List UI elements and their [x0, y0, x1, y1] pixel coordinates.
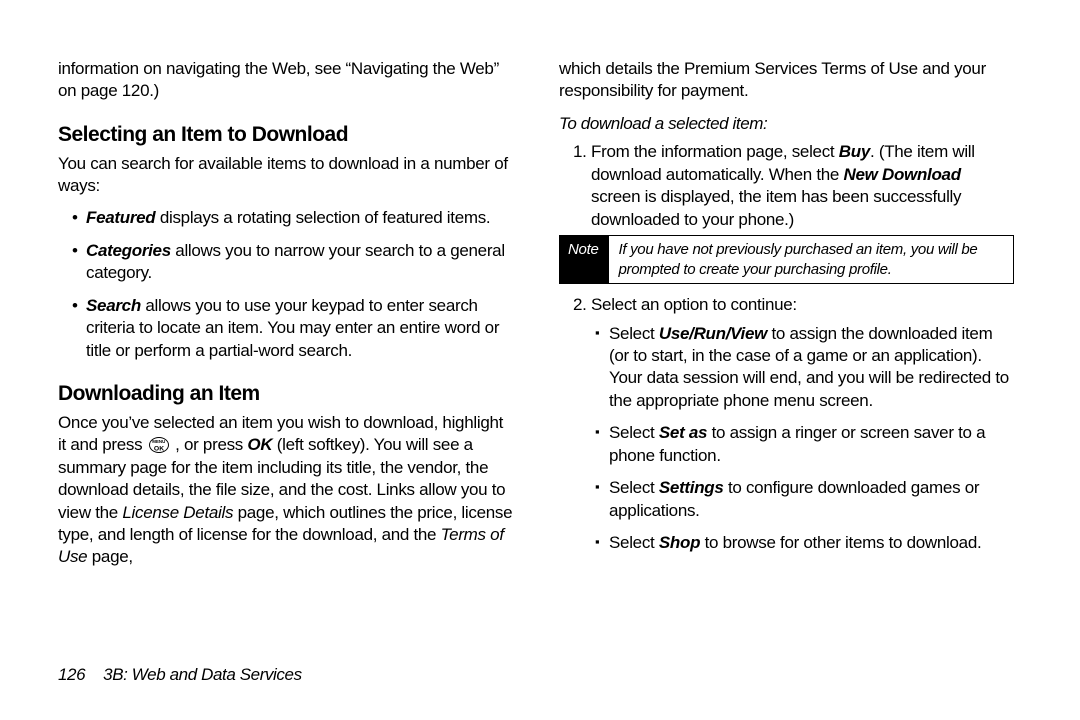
text-segment: screen is displayed, the item has been s… [591, 187, 961, 228]
menu-ok-key-icon: MENUOK [149, 437, 169, 453]
note-callout: Note If you have not previously purchase… [559, 235, 1014, 284]
text-segment: to browse for other items to download. [700, 533, 981, 552]
selecting-intro-text: You can search for available items to do… [58, 153, 513, 198]
list-item: Featured displays a rotating selection o… [72, 207, 513, 229]
featured-text: displays a rotating selection of feature… [155, 208, 490, 227]
download-steps-list: From the information page, select Buy. (… [559, 141, 1014, 554]
list-item: Select Settings to configure downloaded … [595, 477, 1014, 522]
shop-label: Shop [659, 533, 700, 552]
right-column: which details the Premium Services Terms… [559, 58, 1014, 579]
page-footer: 126 3B: Web and Data Services [58, 664, 302, 686]
step-2: Select an option to continue: Select Use… [573, 294, 1014, 554]
text-segment: Select [609, 423, 659, 442]
ok-softkey-label: OK [247, 435, 272, 454]
text-segment: Select [609, 533, 659, 552]
heading-selecting-item: Selecting an Item to Download [58, 121, 513, 149]
heading-downloading-item: Downloading an Item [58, 380, 513, 408]
search-label: Search [86, 296, 141, 315]
list-item: Categories allows you to narrow your sea… [72, 240, 513, 285]
step-2-intro: Select an option to continue: [591, 295, 797, 314]
note-text: If you have not previously purchased an … [609, 236, 1014, 283]
buy-label: Buy [839, 142, 870, 161]
list-item: Select Set as to assign a ringer or scre… [595, 422, 1014, 467]
set-as-label: Set as [659, 423, 707, 442]
step-1: From the information page, select Buy. (… [573, 141, 1014, 284]
text-segment: From the information page, select [591, 142, 839, 161]
downloading-paragraph: Once you’ve selected an item you wish to… [58, 412, 513, 569]
search-text: allows you to use your keypad to enter s… [86, 296, 499, 360]
continue-options-list: Select Use/Run/View to assign the downlo… [591, 323, 1014, 555]
settings-label: Settings [659, 478, 724, 497]
text-segment: page, [87, 547, 132, 566]
categories-label: Categories [86, 241, 171, 260]
featured-label: Featured [86, 208, 155, 227]
continuation-text: which details the Premium Services Terms… [559, 58, 1014, 103]
list-item: Select Use/Run/View to assign the downlo… [595, 323, 1014, 413]
note-tag: Note [560, 236, 609, 283]
text-segment: , or press [171, 435, 248, 454]
list-item: Select Shop to browse for other items to… [595, 532, 1014, 554]
intro-continuation-text: information on navigating the Web, see “… [58, 58, 513, 103]
search-options-list: Featured displays a rotating selection o… [58, 207, 513, 362]
list-item: Search allows you to use your keypad to … [72, 295, 513, 362]
page-number: 126 [58, 665, 85, 684]
procedure-lead-in: To download a selected item: [559, 113, 1014, 135]
license-details-label: License Details [122, 503, 233, 522]
manual-page: information on navigating the Web, see “… [0, 0, 1080, 720]
two-column-layout: information on navigating the Web, see “… [58, 58, 1022, 579]
text-segment: Select [609, 478, 659, 497]
text-segment: Select [609, 324, 659, 343]
left-column: information on navigating the Web, see “… [58, 58, 513, 579]
use-run-view-label: Use/Run/View [659, 324, 767, 343]
section-title: 3B: Web and Data Services [103, 665, 302, 684]
new-download-label: New Download [844, 165, 961, 184]
